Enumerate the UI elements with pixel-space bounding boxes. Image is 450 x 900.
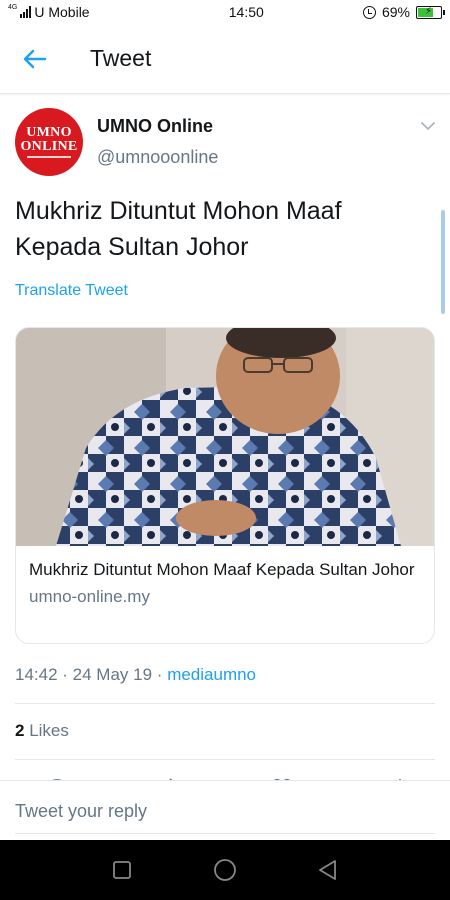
chevron-down-icon xyxy=(421,122,435,130)
reply-underline xyxy=(15,833,435,834)
translate-tweet-link[interactable]: Translate Tweet xyxy=(15,282,128,300)
top-app-bar: Tweet xyxy=(0,24,450,94)
recents-button[interactable] xyxy=(107,855,137,885)
author-handle[interactable]: @umnooonline xyxy=(97,147,218,168)
charging-icon: ⚡ xyxy=(424,5,433,17)
divider xyxy=(15,759,435,760)
meta-separator: · xyxy=(156,665,168,684)
arrow-left-icon xyxy=(23,49,47,68)
tweet-date: 24 May 19 xyxy=(72,665,153,684)
divider xyxy=(15,703,435,704)
battery-percent: 69% xyxy=(381,4,410,20)
signal-icon xyxy=(20,6,32,18)
battery-icon: ⚡ xyxy=(415,5,445,19)
back-button[interactable] xyxy=(0,24,70,94)
avatar-text-umno: UMNO xyxy=(26,125,72,140)
link-card-title: Mukhriz Dituntut Mohon Maaf Kepada Sulta… xyxy=(29,560,415,579)
reply-input[interactable]: Tweet your reply xyxy=(15,801,147,822)
likes-count[interactable]: 2 Likes xyxy=(15,721,69,741)
back-nav-button[interactable] xyxy=(313,855,343,885)
status-left: 4G U Mobile xyxy=(8,3,90,21)
avatar-text-online: ONLINE xyxy=(20,139,78,154)
circle-icon xyxy=(214,859,236,881)
likes-label: Likes xyxy=(29,721,69,740)
square-icon xyxy=(112,861,131,879)
status-time: 14:50 xyxy=(228,4,264,20)
avatar-underline xyxy=(27,156,71,158)
alarm-icon xyxy=(362,5,376,19)
meta-separator: · xyxy=(62,665,73,684)
tweet-meta: 14:42 · 24 May 19 · mediaumno xyxy=(15,665,256,685)
link-card-image xyxy=(16,328,434,546)
carrier-name: U Mobile xyxy=(34,4,90,20)
triangle-back-icon xyxy=(319,860,337,880)
page-title: Tweet xyxy=(90,45,152,71)
tweet-options-button[interactable] xyxy=(420,118,436,134)
network-type: 4G xyxy=(8,3,18,11)
home-button[interactable] xyxy=(210,855,240,885)
link-card-domain: umno-online.my xyxy=(29,587,150,606)
author-name[interactable]: UMNO Online xyxy=(97,116,213,137)
tweet-time: 14:42 xyxy=(15,665,58,684)
link-card-body: Mukhriz Dituntut Mohon Maaf Kepada Sulta… xyxy=(16,546,434,619)
link-card[interactable]: Mukhriz Dituntut Mohon Maaf Kepada Sulta… xyxy=(15,327,435,644)
reply-composer: Tweet your reply xyxy=(0,780,450,840)
status-right: 69% ⚡ xyxy=(362,4,445,20)
system-nav-bar xyxy=(0,840,450,900)
scrollbar[interactable] xyxy=(441,210,445,314)
status-bar: 4G U Mobile 14:50 69% ⚡ xyxy=(0,0,450,24)
avatar[interactable]: UMNO ONLINE xyxy=(15,108,83,176)
tweet-text: Mukhriz Dituntut Mohon Maaf Kepada Sulta… xyxy=(15,197,342,261)
tweet-source-link[interactable]: mediaumno xyxy=(167,665,256,684)
likes-number: 2 xyxy=(15,721,25,740)
